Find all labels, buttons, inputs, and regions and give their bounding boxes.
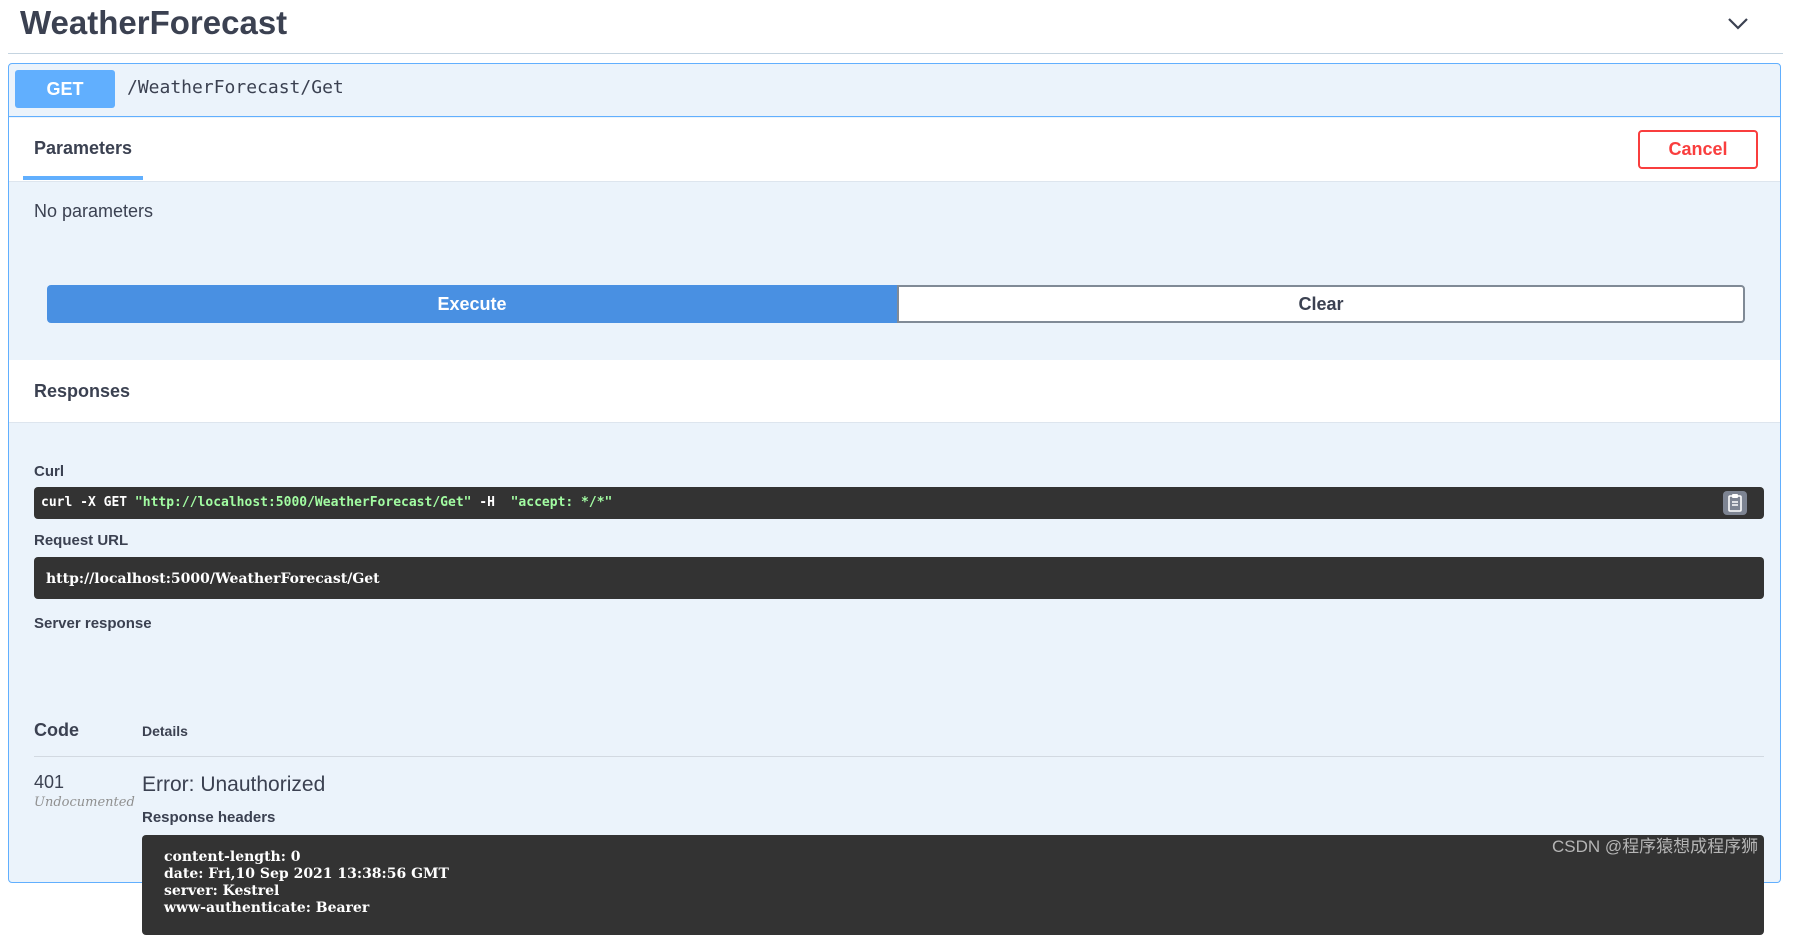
clear-button[interactable]: Clear — [897, 285, 1745, 323]
execute-wrapper: Execute Clear — [47, 285, 1745, 323]
responses-title: Responses — [34, 381, 131, 401]
curl-cmd: curl -X GET — [41, 495, 135, 510]
chevron-down-icon[interactable] — [1726, 12, 1750, 36]
execute-button[interactable]: Execute — [47, 285, 897, 323]
curl-url: "http://localhost:5000/WeatherForecast/G… — [134, 495, 472, 510]
status-note: Undocumented — [34, 795, 135, 810]
parameters-bar: Parameters Cancel — [9, 118, 1780, 182]
responses-bar: Responses — [9, 360, 1780, 423]
response-headers-block: content-length: 0 date: Fri,10 Sep 2021 … — [142, 835, 1764, 935]
response-header-line: www-authenticate: Bearer — [164, 900, 370, 916]
error-message: Error: Unauthorized — [142, 773, 326, 796]
clipboard-icon[interactable] — [1723, 491, 1747, 515]
operation-summary[interactable]: GET /WeatherForecast/Get — [9, 64, 1780, 117]
response-header-line: date: Fri,10 Sep 2021 13:38:56 GMT — [164, 866, 449, 882]
response-headers-label: Response headers — [142, 809, 276, 826]
endpoint-path: /WeatherForecast/Get — [127, 77, 344, 98]
curl-block: curl -X GET "http://localhost:5000/Weath… — [34, 487, 1764, 519]
curl-label: Curl — [34, 463, 64, 480]
status-code: 401 — [34, 772, 65, 792]
code-column-header: Code — [34, 720, 79, 740]
curl-header: "accept: */*" — [510, 495, 613, 510]
request-url: http://localhost:5000/WeatherForecast/Ge… — [46, 571, 380, 587]
method-badge: GET — [15, 70, 115, 108]
details-column-header: Details — [142, 723, 188, 739]
cancel-button[interactable]: Cancel — [1638, 130, 1758, 169]
request-url-label: Request URL — [34, 532, 129, 549]
curl-flag: -H — [471, 495, 511, 510]
section-title: WeatherForecast — [20, 4, 288, 41]
tab-active-indicator — [23, 176, 143, 180]
curl-command: curl -X GET "http://localhost:5000/Weath… — [41, 495, 612, 510]
no-parameters-text: No parameters — [34, 201, 154, 221]
watermark: CSDN @程序猿想成程序狮 — [1552, 837, 1759, 856]
response-header-line: server: Kestrel — [164, 883, 280, 899]
tab-parameters[interactable]: Parameters — [34, 138, 132, 159]
header-divider — [8, 53, 1783, 54]
section-header[interactable]: WeatherForecast — [0, 0, 1799, 52]
request-url-block: http://localhost:5000/WeatherForecast/Ge… — [34, 557, 1764, 599]
operation-block: GET /WeatherForecast/Get Parameters Canc… — [8, 63, 1781, 935]
server-response-label: Server response — [34, 615, 152, 632]
table-divider — [34, 756, 1764, 757]
